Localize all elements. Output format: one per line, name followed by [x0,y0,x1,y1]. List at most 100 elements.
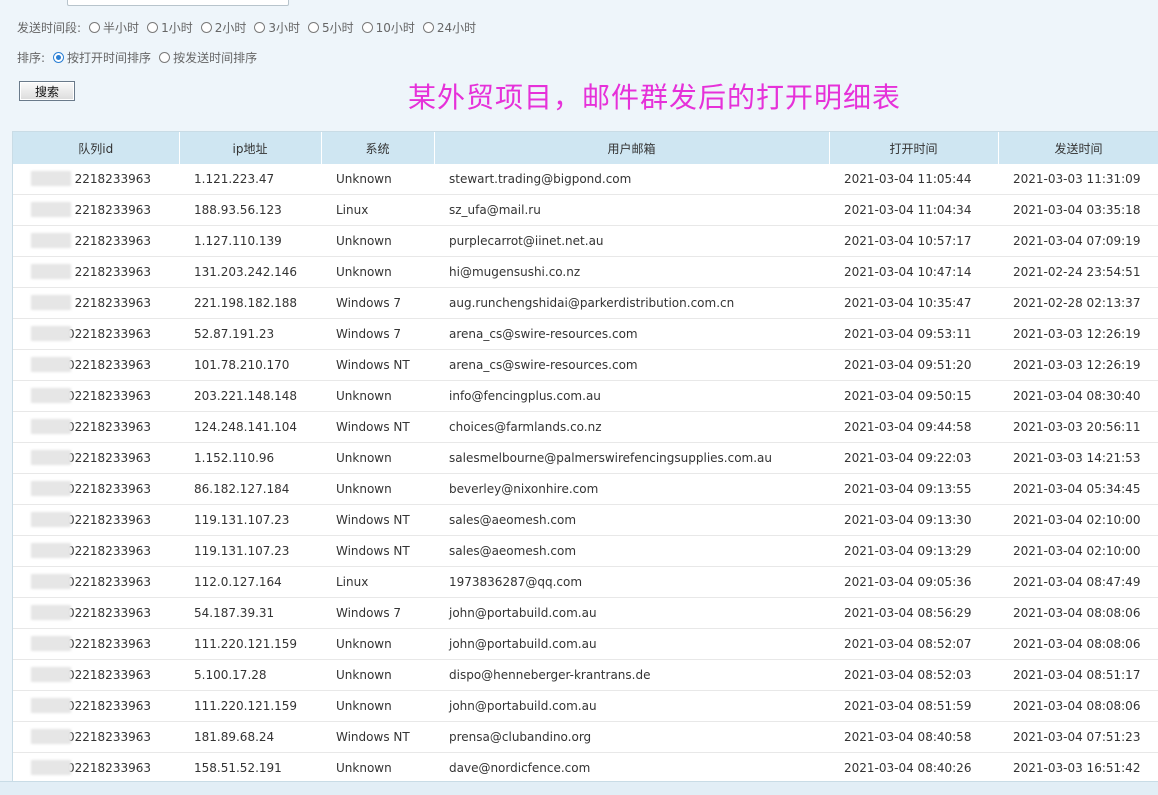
redaction-mask [31,233,71,248]
radio-button[interactable] [147,21,159,33]
os-cell: Unknown [321,752,434,782]
queue-id-cell: 2218233963 [13,287,179,319]
email-cell: john@portabuild.com.au [434,628,829,660]
radio-button[interactable] [200,21,212,33]
send-period-option[interactable]: 1小时 [147,19,193,36]
email-cell: john@portabuild.com.au [434,690,829,722]
table-row: 102218233963 119.131.107.23 Windows NT sale… [13,504,1158,536]
send-period-option[interactable]: 3小时 [254,19,300,36]
send-time-cell: 2021-03-04 07:09:19 [998,225,1158,257]
queue-id-cell: 102218233963 [13,442,179,474]
email-cell: 1973836287@qq.com [434,566,829,598]
send-period-option-label: 2小时 [214,20,247,35]
open-time-cell: 2021-03-04 09:13:29 [829,535,998,567]
open-time-cell: 2021-03-04 10:35:47 [829,287,998,319]
open-time-cell: 2021-03-04 09:22:03 [829,442,998,474]
os-cell: Unknown [321,256,434,288]
table-row: 02218233963 111.220.121.159 Unknown john@po… [13,690,1158,722]
os-cell: Windows NT [321,349,434,381]
queue-id-cell: 2218233963 [13,194,179,226]
send-time-cell: 2021-03-04 08:51:17 [998,659,1158,691]
send-period-option[interactable]: 10小时 [361,19,415,36]
search-button[interactable]: 搜索 [19,81,75,101]
email-cell: dispo@henneberger-krantrans.de [434,659,829,691]
ip-cell: 112.0.127.164 [179,566,321,598]
queue-id-text: 02218233963 [67,699,151,713]
os-cell: Linux [321,566,434,598]
os-cell: Windows 7 [321,597,434,629]
column-header[interactable]: 用户邮箱 [434,132,830,164]
open-time-cell: 2021-03-04 08:40:58 [829,721,998,753]
send-time-cell: 2021-03-04 03:35:18 [998,194,1158,226]
table-row: 102218233963 5.100.17.28 Unknown dispo@henn… [13,659,1158,691]
send-time-cell: 2021-03-03 16:51:42 [998,752,1158,782]
ip-cell: 1.152.110.96 [179,442,321,474]
send-period-option[interactable]: 2小时 [200,19,247,36]
queue-id-text: 102218233963 [59,451,151,465]
send-period-option[interactable]: 半小时 [89,19,139,36]
redaction-mask [31,357,71,372]
radio-button[interactable] [307,21,319,33]
open-time-cell: 2021-03-04 09:44:58 [829,411,998,443]
os-cell: Windows NT [321,504,434,536]
send-period-option[interactable]: 5小时 [307,19,354,36]
radio-button[interactable] [254,21,266,33]
ip-cell: 181.89.68.24 [179,721,321,753]
redaction-mask [31,264,71,279]
email-cell: sales@aeomesh.com [434,535,829,567]
open-time-cell: 2021-03-04 08:51:59 [829,690,998,722]
table-row: 2102218233963 119.131.107.23 Windows NT sal… [13,535,1158,567]
queue-id-text: 2218233963 [74,234,151,248]
ip-cell: 101.78.210.170 [179,349,321,381]
queue-id-cell: 02218233963 [13,721,179,753]
sort-option-label: 按发送时间排序 [173,50,258,65]
open-time-cell: 2021-03-04 11:05:44 [829,164,998,195]
open-time-cell: 2021-03-04 09:13:55 [829,473,998,505]
radio-button[interactable] [89,21,101,33]
sort-filter: 排序: 按打开时间排序 按发送时间排序 [17,47,265,67]
redaction-mask [31,295,71,310]
ip-cell: 54.187.39.31 [179,597,321,629]
send-period-option[interactable]: 24小时 [422,19,476,36]
email-cell: choices@farmlands.co.nz [434,411,829,443]
radio-button[interactable] [422,21,434,33]
send-time-cell: 2021-03-04 07:51:23 [998,721,1158,753]
table-row: 02218233963 52.87.191.23 Windows 7 arena_cs… [13,318,1158,350]
send-time-cell: 2021-03-04 08:30:40 [998,380,1158,412]
column-header[interactable]: 队列id [13,132,180,164]
queue-id-cell: 02218233963 [13,690,179,722]
email-cell: dave@nordicfence.com [434,752,829,782]
os-cell: Windows NT [321,535,434,567]
sort-option[interactable]: 按打开时间排序 [53,49,151,66]
column-header[interactable]: 系统 [321,132,435,164]
os-cell: Unknown [321,164,434,195]
radio-button[interactable] [159,51,171,63]
radio-button[interactable] [53,51,65,63]
queue-id-cell: 2218233963 [13,225,179,257]
table-row: 2218233963 1.121.223.47 Unknown stewart.tra… [13,164,1158,195]
open-time-cell: 2021-03-04 08:56:29 [829,597,998,629]
redaction-mask [31,419,71,434]
redaction-mask [31,636,71,651]
redaction-mask [31,450,71,465]
column-header[interactable]: 发送时间 [998,132,1158,164]
table-row: 02218233963 181.89.68.24 Windows NT prensa@… [13,721,1158,753]
column-header[interactable]: 打开时间 [829,132,999,164]
radio-button[interactable] [361,21,373,33]
table-row: 2102218233963 158.51.52.191 Unknown dave@no… [13,752,1158,782]
send-time-cell: 2021-03-04 02:10:00 [998,535,1158,567]
table-row: 102218233963 203.221.148.148 Unknown info@f… [13,380,1158,412]
ip-cell: 1.121.223.47 [179,164,321,195]
open-time-cell: 2021-03-04 09:53:11 [829,318,998,350]
sort-option[interactable]: 按发送时间排序 [159,49,257,66]
send-period-label: 发送时间段: [17,20,82,35]
email-cell: john@portabuild.com.au [434,597,829,629]
send-time-cell: 2021-03-03 12:26:19 [998,349,1158,381]
column-header[interactable]: ip地址 [179,132,322,164]
table-row: 02218233963 101.78.210.170 Windows NT arena… [13,349,1158,381]
queue-id-cell: 2102218233963 [13,535,179,567]
queue-id-text: 102218233963 [59,637,151,651]
keyword-input[interactable] [67,0,289,6]
queue-id-cell: 2218233963 [13,256,179,288]
ip-cell: 203.221.148.148 [179,380,321,412]
